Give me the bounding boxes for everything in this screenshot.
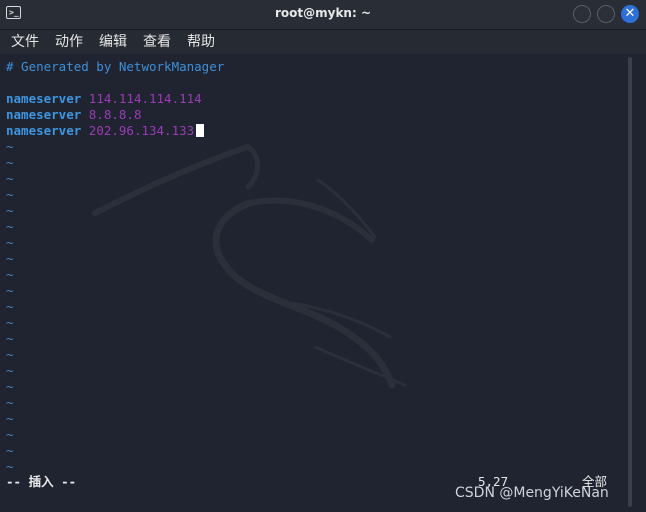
tilde-line: ~ xyxy=(6,315,14,330)
nameserver-address: 202.96.134.133 xyxy=(88,123,195,138)
close-button[interactable]: ✕ xyxy=(621,5,639,23)
tilde-line: ~ xyxy=(6,459,14,474)
tilde-line: ~ xyxy=(6,363,14,378)
scrollbar[interactable] xyxy=(628,57,632,507)
menu-view[interactable]: 查看 xyxy=(143,33,171,51)
nameserver-keyword: nameserver xyxy=(6,123,82,138)
tilde-line: ~ xyxy=(6,187,14,202)
terminal-area[interactable]: # Generated by NetworkManager nameserver… xyxy=(0,55,646,512)
menu-file[interactable]: 文件 xyxy=(11,33,39,51)
menu-help[interactable]: 帮助 xyxy=(187,33,215,51)
tilde-line: ~ xyxy=(6,299,14,314)
tilde-line: ~ xyxy=(6,395,14,410)
config-comment: # Generated by NetworkManager xyxy=(6,59,225,74)
nameserver-line: nameserver 8.8.8.8 xyxy=(6,107,141,123)
close-icon: ✕ xyxy=(624,6,636,21)
menu-edit[interactable]: 编辑 xyxy=(99,33,127,51)
csdn-watermark: CSDN @MengYiKeNan xyxy=(455,485,609,501)
tilde-line: ~ xyxy=(6,443,14,458)
nameserver-address: 8.8.8.8 xyxy=(88,107,142,122)
nameserver-keyword: nameserver xyxy=(6,107,82,122)
tilde-line: ~ xyxy=(6,219,14,234)
title-bar: >_ root@mykn: ~ ✕ xyxy=(0,0,646,30)
tilde-line: ~ xyxy=(6,411,14,426)
tilde-line: ~ xyxy=(6,267,14,282)
tilde-line: ~ xyxy=(6,347,14,362)
vim-mode-indicator: -- 插入 -- xyxy=(6,474,77,489)
menu-actions[interactable]: 动作 xyxy=(55,33,83,51)
text-cursor xyxy=(196,124,205,137)
tilde-line: ~ xyxy=(6,331,14,346)
tilde-line: ~ xyxy=(6,203,14,218)
nameserver-keyword: nameserver xyxy=(6,91,82,106)
tilde-line: ~ xyxy=(6,251,14,266)
window-title: root@mykn: ~ xyxy=(274,6,372,20)
nameserver-line: nameserver 202.96.134.133 xyxy=(6,123,205,139)
menu-bar: 文件 动作 编辑 查看 帮助 xyxy=(0,30,646,54)
tilde-line: ~ xyxy=(6,171,14,186)
tilde-line: ~ xyxy=(6,235,14,250)
tilde-line: ~ xyxy=(6,283,14,298)
maximize-button[interactable] xyxy=(597,5,615,23)
minimize-button[interactable] xyxy=(573,5,591,23)
nameserver-address: 114.114.114.114 xyxy=(88,91,202,106)
tilde-line: ~ xyxy=(6,427,14,442)
tilde-line: ~ xyxy=(6,379,14,394)
nameserver-line: nameserver 114.114.114.114 xyxy=(6,91,202,107)
tilde-line: ~ xyxy=(6,139,14,154)
tilde-line: ~ xyxy=(6,155,14,170)
